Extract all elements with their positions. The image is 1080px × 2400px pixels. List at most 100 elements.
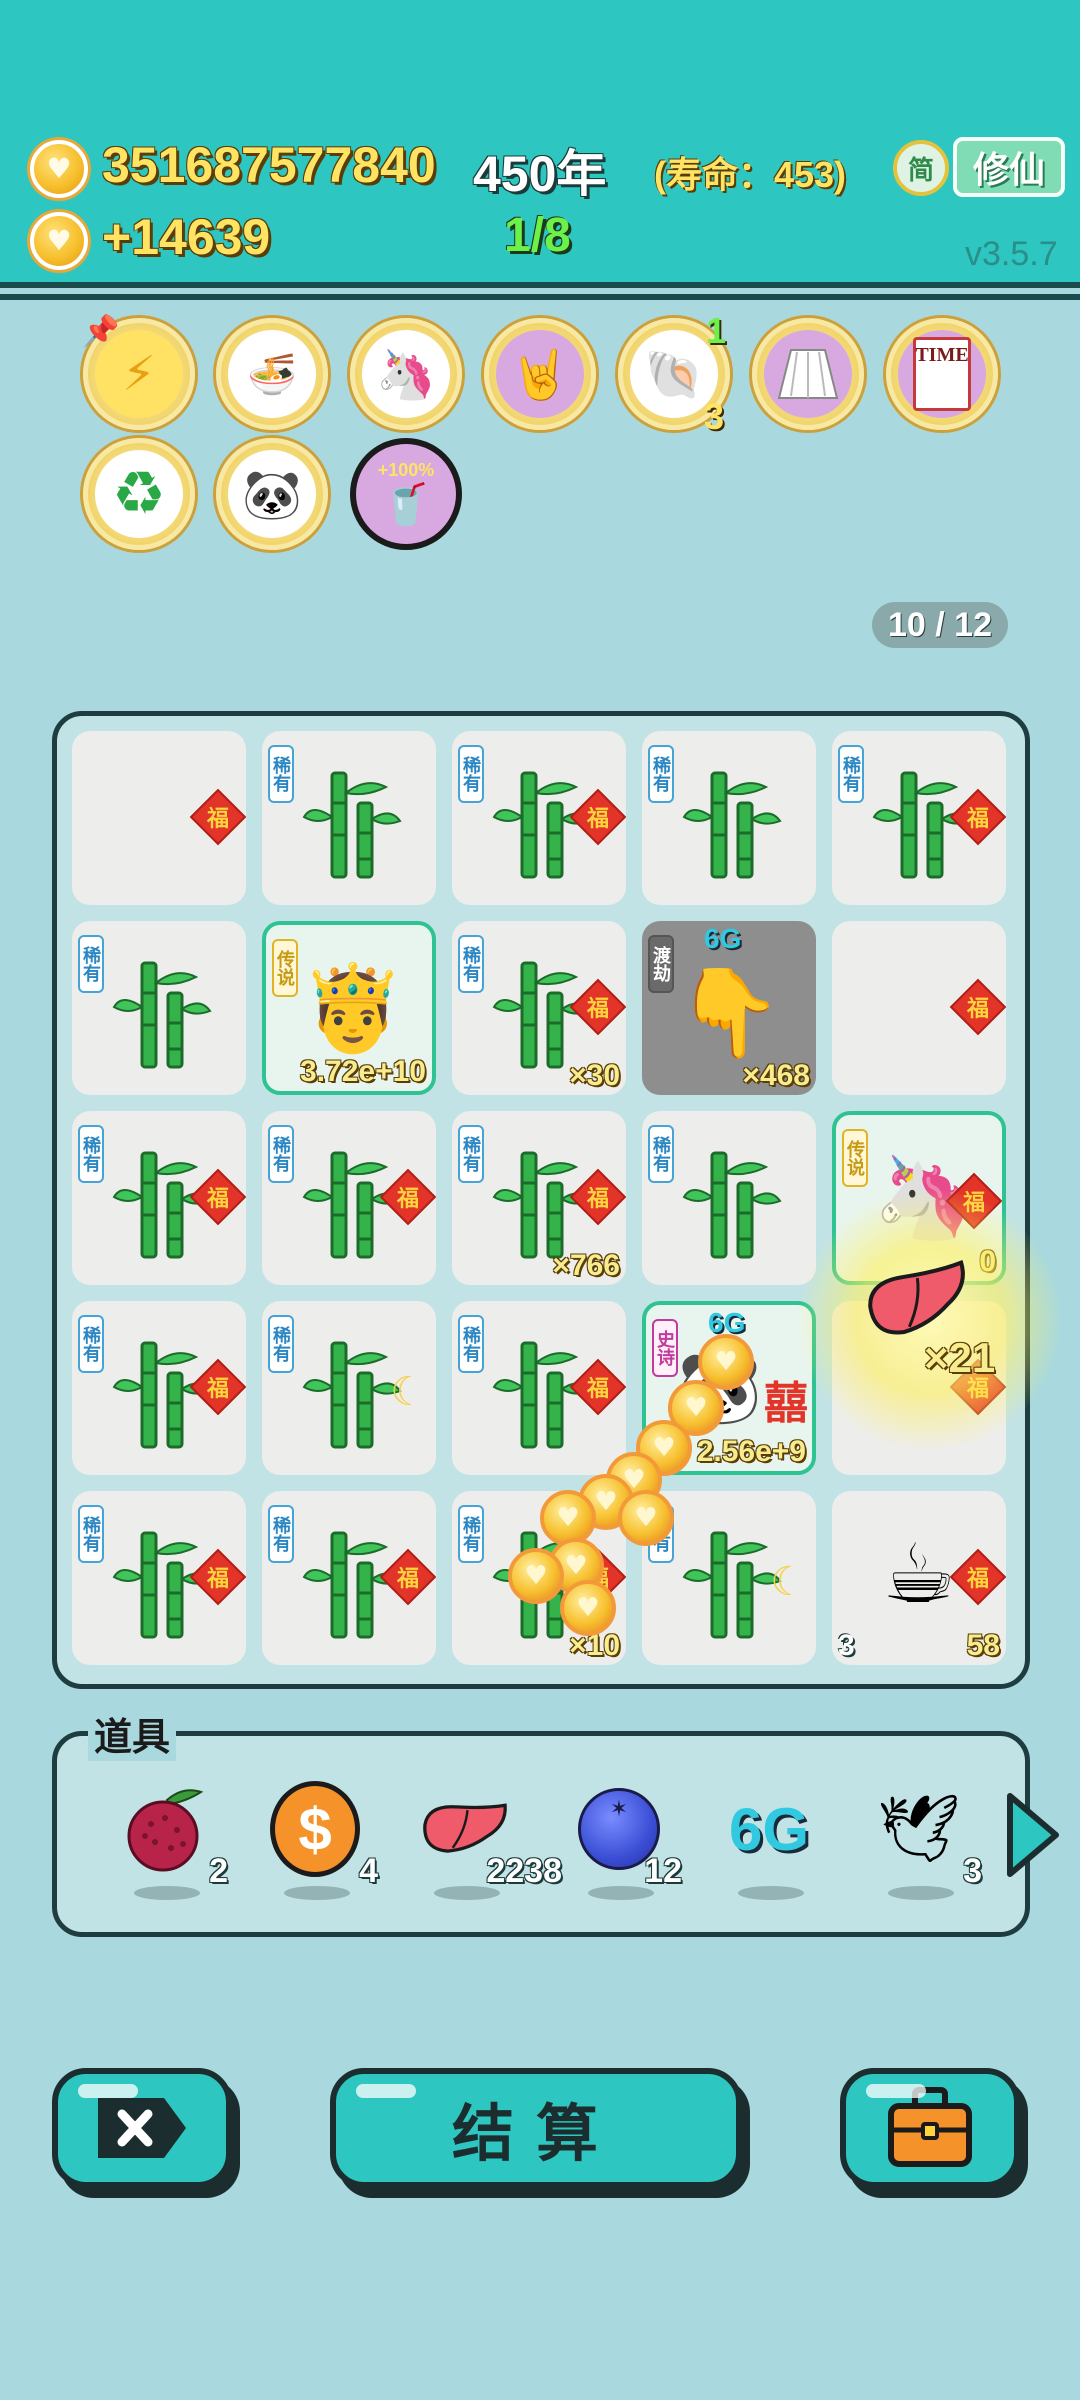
income-coin-icon: ♥ bbox=[30, 212, 88, 270]
flying-multiplier: ×21 bbox=[924, 1334, 996, 1381]
board-cell-r4c1[interactable]: 稀有 福 bbox=[72, 1301, 246, 1475]
rarity-tag: 稀有 bbox=[458, 1505, 484, 1563]
flying-coin-icon: ♥ bbox=[540, 1490, 596, 1546]
round-progress: 1/8 bbox=[504, 209, 571, 262]
tool-6g[interactable]: 6G bbox=[712, 1772, 832, 1900]
board-cell-r2c2[interactable]: 传说 🤴 3.72e+10 bbox=[262, 921, 436, 1095]
board-cell-r1c1[interactable]: 福 bbox=[72, 731, 246, 905]
remove-button[interactable] bbox=[52, 2068, 232, 2188]
recycle-buff-icon[interactable]: ♻ bbox=[83, 438, 195, 550]
rarity-tag: 稀有 bbox=[458, 745, 484, 803]
flying-coin-icon: ♥ bbox=[508, 1548, 564, 1604]
board-cell-r4c2[interactable]: 稀有 ☾ bbox=[262, 1301, 436, 1475]
board-cell-r2c5[interactable]: 福 bbox=[832, 921, 1006, 1095]
coin-icon: ♥ bbox=[30, 140, 88, 198]
fu-charm-icon: 福 bbox=[189, 788, 246, 846]
board-cell-r5c5[interactable]: ☕ 福 3 58 bbox=[832, 1491, 1006, 1665]
settle-button[interactable]: 结算 bbox=[330, 2068, 742, 2188]
lychee-icon bbox=[120, 1784, 210, 1874]
board-cell-r4c3[interactable]: 稀有 福 bbox=[452, 1301, 626, 1475]
board-cell-r2c4[interactable]: 渡劫 6G 👇 ×468 bbox=[642, 921, 816, 1095]
rarity-tag: 稀有 bbox=[648, 1125, 674, 1183]
board-cell-r1c5[interactable]: 稀有 福 bbox=[832, 731, 1006, 905]
tool-lychee[interactable]: 2 bbox=[108, 1772, 228, 1900]
briefcase-icon bbox=[888, 2087, 972, 2167]
board-cell-r5c2[interactable]: 稀有 福 bbox=[262, 1491, 436, 1665]
tool-dollar-coin[interactable]: $ 4 bbox=[258, 1772, 378, 1900]
board-cell-r1c2[interactable]: 稀有 bbox=[262, 731, 436, 905]
rarity-tag: 稀有 bbox=[78, 1315, 104, 1373]
board-cell-r2c1[interactable]: 稀有 bbox=[72, 921, 246, 1095]
rarity-tag: 稀有 bbox=[78, 1505, 104, 1563]
delete-icon bbox=[98, 2098, 186, 2158]
bamboo-icon bbox=[112, 961, 212, 1069]
rarity-tag: 稀有 bbox=[78, 935, 104, 993]
flying-coin-icon: ♥ bbox=[618, 1490, 674, 1546]
rarity-tag: 稀有 bbox=[78, 1125, 104, 1183]
cell-count: 58 bbox=[966, 1629, 1000, 1662]
inventory-button[interactable] bbox=[840, 2068, 1020, 2188]
cell-count: 3.72e+10 bbox=[300, 1055, 426, 1088]
cell-left-count: 3 bbox=[838, 1629, 855, 1662]
pin-icon: 📌 bbox=[82, 314, 120, 349]
flying-coin-icon: ♥ bbox=[560, 1580, 616, 1636]
panda-buff-icon[interactable]: 🐼 bbox=[216, 438, 328, 550]
double-happiness-icon: 囍 bbox=[764, 1378, 808, 1429]
board-cell-r3c2[interactable]: 稀有 福 bbox=[262, 1111, 436, 1285]
board-cell-r3c4[interactable]: 稀有 bbox=[642, 1111, 816, 1285]
king-face-icon: 🤴 bbox=[300, 958, 406, 1057]
bamboo-icon bbox=[302, 771, 402, 879]
tool-liver[interactable]: 2238 bbox=[408, 1772, 568, 1900]
rarity-tag: 稀有 bbox=[648, 745, 674, 803]
rarity-tag: 稀有 bbox=[458, 935, 484, 993]
cell-count: 2.56e+9 bbox=[696, 1435, 806, 1468]
dollar-coin-icon: $ bbox=[270, 1781, 360, 1877]
tool-count: 2 bbox=[209, 1852, 228, 1890]
board-cell-r2c3[interactable]: 稀有 福 ×30 bbox=[452, 921, 626, 1095]
cell-count: ×468 bbox=[742, 1059, 810, 1092]
dove-icon: 🕊 bbox=[877, 1790, 961, 1867]
tools-title: 道具 bbox=[88, 1706, 177, 1761]
pointing-hand-icon: 👇 bbox=[675, 962, 783, 1063]
rarity-tag: 稀有 bbox=[268, 1315, 294, 1373]
bamboo-icon bbox=[302, 1341, 402, 1449]
bamboo-icon bbox=[682, 1151, 782, 1259]
cell-count: ×30 bbox=[569, 1059, 620, 1092]
rarity-tag: 稀有 bbox=[268, 1505, 294, 1563]
rarity-tag: 稀有 bbox=[458, 1315, 484, 1373]
year-counter: 450年 bbox=[473, 146, 607, 202]
top-status-bar: ♥ 351687577840 450年 (寿命：453) 简 修仙 ♥ +146… bbox=[0, 0, 1080, 300]
cell-count: ×766 bbox=[552, 1249, 620, 1282]
income-amount: +14639 bbox=[102, 209, 271, 265]
moon-icon: ☾ bbox=[770, 1559, 806, 1605]
tool-blueberry[interactable]: ✶ 12 bbox=[562, 1772, 682, 1900]
unicorn-buff-icon[interactable]: 🦄 bbox=[350, 318, 462, 430]
skirt-buff-icon[interactable] bbox=[752, 318, 864, 430]
board-cell-r1c3[interactable]: 稀有 福 bbox=[452, 731, 626, 905]
board-cell-r5c1[interactable]: 稀有 福 bbox=[72, 1491, 246, 1665]
settle-button-label: 结算 bbox=[451, 2097, 620, 2170]
milk-tea-buff-icon[interactable]: +100% 🥤 bbox=[350, 438, 462, 550]
rarity-tag: 稀有 bbox=[838, 745, 864, 803]
cultivate-button[interactable]: 修仙 bbox=[953, 137, 1065, 197]
rarity-tag: 稀有 bbox=[458, 1125, 484, 1183]
tool-dove[interactable]: 🕊 3 bbox=[862, 1772, 982, 1900]
board-cell-r3c1[interactable]: 稀有 福 bbox=[72, 1111, 246, 1285]
noodle-bowls-buff-icon[interactable]: 🍜 bbox=[216, 318, 328, 430]
language-toggle-button[interactable]: 简 bbox=[893, 140, 949, 196]
rarity-tag: 稀有 bbox=[268, 745, 294, 803]
fu-charm-icon: 福 bbox=[949, 978, 1006, 1036]
time-card-buff-icon[interactable]: TIME bbox=[886, 318, 998, 430]
money-amount: 351687577840 bbox=[102, 137, 436, 193]
page-indicator: 10 / 12 bbox=[872, 602, 1008, 648]
rock-hand-buff-icon[interactable]: 🤘 bbox=[484, 318, 596, 430]
tool-count: 3 bbox=[963, 1852, 982, 1890]
bamboo-icon bbox=[682, 1531, 782, 1639]
milk-tea-bonus-label: +100% bbox=[377, 460, 435, 480]
board-cell-r3c3[interactable]: 稀有 福 ×766 bbox=[452, 1111, 626, 1285]
shell-buff-bottom-count: 3 bbox=[704, 396, 725, 437]
scroll-right-arrow-icon[interactable] bbox=[1002, 1790, 1062, 1880]
6g-icon: 6G bbox=[728, 1795, 810, 1863]
shell-buff-top-count: 1 bbox=[706, 310, 727, 351]
board-cell-r1c4[interactable]: 稀有 bbox=[642, 731, 816, 905]
